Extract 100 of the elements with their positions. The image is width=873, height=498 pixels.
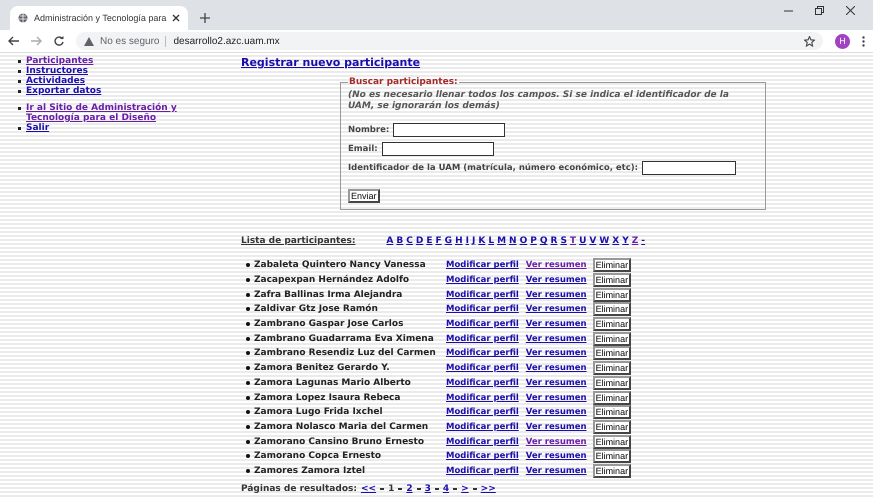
summary-link[interactable]: Ver resumen bbox=[526, 392, 587, 403]
letter-link[interactable]: U bbox=[579, 236, 586, 246]
input-field[interactable] bbox=[393, 123, 506, 137]
summary-link[interactable]: Ver resumen bbox=[526, 363, 587, 374]
edit-profile-link[interactable]: Modificar perfil bbox=[446, 407, 519, 418]
page-link[interactable]: >> bbox=[480, 484, 496, 494]
submit-button[interactable]: Enviar bbox=[348, 189, 380, 203]
nav-link[interactable]: Actividades bbox=[26, 76, 231, 86]
input-field[interactable] bbox=[382, 142, 494, 156]
edit-profile-link[interactable]: Modificar perfil bbox=[446, 378, 519, 388]
letter-link[interactable]: R bbox=[550, 236, 558, 246]
summary-link[interactable]: Ver resumen bbox=[526, 275, 587, 286]
delete-button[interactable]: Eliminar bbox=[592, 302, 632, 316]
page-link[interactable]: << bbox=[360, 484, 376, 494]
letter-link[interactable]: Z bbox=[632, 236, 638, 246]
letter-link[interactable]: B bbox=[396, 236, 404, 246]
delete-button[interactable]: Eliminar bbox=[592, 346, 632, 360]
summary-link[interactable]: Ver resumen bbox=[526, 422, 587, 432]
new-tab-icon[interactable] bbox=[200, 13, 210, 23]
summary-link[interactable]: Ver resumen bbox=[526, 304, 587, 314]
letter-link[interactable]: P bbox=[530, 236, 537, 246]
page-link[interactable]: 2 bbox=[406, 484, 413, 494]
edit-profile-link[interactable]: Modificar perfil bbox=[446, 363, 519, 374]
edit-profile-link[interactable]: Modificar perfil bbox=[446, 451, 519, 462]
security-warning[interactable]: No es seguro bbox=[100, 36, 160, 46]
edit-profile-link[interactable]: Modificar perfil bbox=[446, 348, 519, 358]
delete-button[interactable]: Eliminar bbox=[592, 464, 632, 478]
letter-link[interactable]: A bbox=[386, 236, 394, 246]
letter-link[interactable]: S bbox=[560, 236, 567, 246]
browser-tab[interactable]: Administración y Tecnología para bbox=[10, 6, 188, 30]
delete-button[interactable]: Eliminar bbox=[592, 258, 632, 272]
close-icon[interactable] bbox=[172, 14, 180, 22]
page-link[interactable]: 4 bbox=[442, 484, 450, 494]
summary-link[interactable]: Ver resumen bbox=[526, 319, 587, 330]
edit-profile-link[interactable]: Modificar perfil bbox=[446, 319, 519, 330]
summary-link[interactable]: Ver resumen bbox=[526, 378, 587, 388]
summary-link[interactable]: Ver resumen bbox=[526, 260, 587, 270]
summary-link[interactable]: Ver resumen bbox=[526, 334, 587, 344]
letter-link[interactable]: K bbox=[478, 236, 486, 246]
summary-link[interactable]: Ver resumen bbox=[526, 348, 587, 358]
delete-button[interactable]: Eliminar bbox=[592, 288, 632, 302]
nav-link[interactable]: Ir al Sitio de Administración y Tecnología para el Diseño bbox=[26, 103, 231, 123]
nav-link[interactable]: Instructores bbox=[26, 66, 231, 76]
edit-profile-link[interactable]: Modificar perfil bbox=[446, 290, 519, 300]
summary-link[interactable]: Ver resumen bbox=[526, 451, 587, 462]
letter-link[interactable]: Q bbox=[540, 236, 548, 246]
edit-profile-link[interactable]: Modificar perfil bbox=[446, 436, 519, 447]
letter-link[interactable]: V bbox=[589, 236, 596, 246]
close-icon[interactable] bbox=[846, 6, 855, 14]
reload-icon[interactable] bbox=[54, 36, 64, 46]
star-icon[interactable] bbox=[804, 36, 815, 46]
delete-button[interactable]: Eliminar bbox=[592, 317, 632, 332]
letter-link[interactable]: D bbox=[416, 236, 424, 246]
delete-button[interactable]: Eliminar bbox=[592, 376, 632, 390]
letter-link[interactable]: C bbox=[406, 236, 413, 246]
delete-button[interactable]: Eliminar bbox=[592, 361, 632, 376]
summary-link[interactable]: Ver resumen bbox=[526, 436, 587, 447]
nav-link[interactable]: Participantes bbox=[26, 56, 231, 66]
letter-link[interactable]: J bbox=[472, 236, 476, 246]
delete-button[interactable]: Eliminar bbox=[592, 332, 632, 346]
delete-button[interactable]: Eliminar bbox=[592, 434, 632, 449]
edit-profile-link[interactable]: Modificar perfil bbox=[446, 304, 519, 314]
letter-link[interactable]: F bbox=[436, 236, 442, 246]
edit-profile-link[interactable]: Modificar perfil bbox=[446, 466, 519, 476]
letter-link[interactable]: Y bbox=[622, 236, 629, 246]
page-link[interactable]: > bbox=[461, 484, 469, 494]
delete-button[interactable]: Eliminar bbox=[592, 273, 632, 288]
register-link[interactable]: Registrar nuevo participante bbox=[241, 56, 420, 69]
letter-link[interactable]: X bbox=[612, 236, 620, 246]
edit-profile-link[interactable]: Modificar perfil bbox=[446, 392, 519, 403]
nav-link[interactable]: Salir bbox=[26, 123, 231, 133]
menu-icon[interactable] bbox=[862, 36, 865, 46]
letter-link[interactable]: H bbox=[455, 236, 463, 246]
delete-button[interactable]: Eliminar bbox=[592, 420, 632, 434]
page-link[interactable]: 3 bbox=[424, 484, 431, 494]
letter-link[interactable]: T bbox=[570, 236, 576, 246]
input-field[interactable] bbox=[642, 161, 736, 175]
summary-link[interactable]: Ver resumen bbox=[526, 407, 587, 418]
url-field[interactable]: desarrollo2.azc.uam.mx bbox=[165, 36, 280, 46]
letter-link[interactable]: - bbox=[641, 236, 646, 246]
restore-icon[interactable] bbox=[815, 6, 824, 14]
delete-button[interactable]: Eliminar bbox=[592, 449, 632, 464]
nav-link[interactable]: Exportar datos bbox=[26, 86, 231, 96]
delete-button[interactable]: Eliminar bbox=[592, 405, 632, 420]
letter-link[interactable]: O bbox=[520, 236, 528, 246]
profile-avatar[interactable]: H bbox=[835, 34, 850, 48]
edit-profile-link[interactable]: Modificar perfil bbox=[446, 275, 519, 286]
edit-profile-link[interactable]: Modificar perfil bbox=[446, 334, 519, 344]
letter-link[interactable]: W bbox=[599, 236, 610, 246]
letter-link[interactable]: L bbox=[488, 236, 494, 246]
letter-link[interactable]: M bbox=[497, 236, 506, 246]
summary-link[interactable]: Ver resumen bbox=[526, 466, 587, 476]
letter-link[interactable]: E bbox=[426, 236, 433, 246]
edit-profile-link[interactable]: Modificar perfil bbox=[446, 260, 519, 270]
back-icon[interactable] bbox=[8, 36, 19, 46]
summary-link[interactable]: Ver resumen bbox=[526, 290, 587, 300]
letter-link[interactable]: I bbox=[466, 236, 469, 246]
letter-link[interactable]: N bbox=[509, 236, 517, 246]
edit-profile-link[interactable]: Modificar perfil bbox=[446, 422, 519, 432]
letter-link[interactable]: G bbox=[444, 236, 452, 246]
